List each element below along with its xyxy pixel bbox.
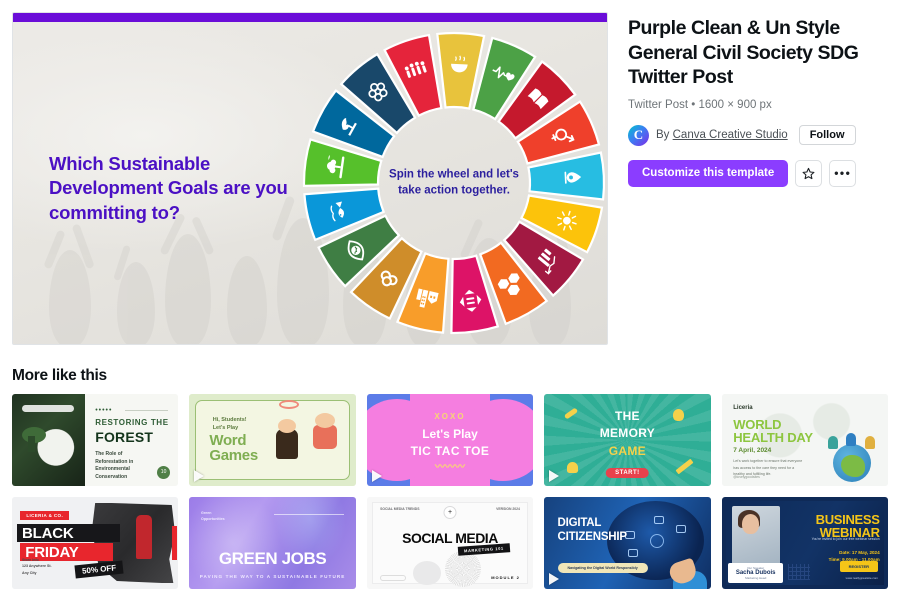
card-dots: •••••	[95, 406, 113, 414]
card-badge: 10	[157, 465, 171, 479]
more-options-icon: •••	[834, 166, 852, 181]
template-card-word-games[interactable]: Hi, Students! Let's Play Word Games	[189, 394, 356, 486]
play-icon[interactable]	[549, 470, 560, 482]
card-eyebrow: RESTORING THE	[95, 417, 169, 427]
person-icon	[864, 436, 875, 450]
card-title: WORLD HEALTH DAY	[733, 416, 813, 446]
card-website: www.reallygreatsite.com	[845, 575, 879, 580]
card-handle: @lovelygoodsites	[733, 474, 760, 479]
card-body: The Role of Reforestation in Environment…	[95, 451, 134, 480]
speaker-card: Our Speaker Sacha Dubois Marketing Head	[728, 563, 784, 584]
card-pill: Navigating the Digital World Responsibly	[557, 563, 648, 574]
template-card-green-jobs[interactable]: Green Opportunities GREEN JOBS PAVING TH…	[189, 497, 356, 589]
card-title: GREEN JOBS	[218, 549, 327, 569]
card-bottomright: MODULE 2	[491, 574, 520, 580]
star-outline-icon	[802, 167, 815, 179]
card-art: XOXO Let's Play TIC TAC TOE 〰〰〰	[366, 394, 534, 486]
follow-button[interactable]: Follow	[798, 125, 856, 146]
card-art: LICERIA & CO. BLACK FRIDAY 50% OFF Store…	[12, 497, 179, 589]
card-art: ••••• RESTORING THE FOREST The Role of R…	[12, 394, 179, 486]
card-art: Hi, Students! Let's Play Word Games	[189, 394, 356, 486]
speaker-role: Marketing Head	[745, 576, 767, 581]
template-meta: Twitter Post • 1600 × 900 px	[628, 98, 772, 111]
more-options-button[interactable]: •••	[829, 159, 857, 187]
more-like-this-title: More like this	[12, 367, 107, 384]
card-subtitle: You're invited to join our free webinar …	[811, 537, 880, 542]
card-title: FOREST	[95, 428, 154, 445]
author-row: C By Canva Creative Studio Follow	[628, 124, 888, 146]
author-link[interactable]: Canva Creative Studio	[673, 129, 788, 141]
template-card-business-webinar[interactable]: Our Speaker Sacha Dubois Marketing Head …	[721, 497, 888, 589]
top-section: Which Sustainable Development Goals are …	[0, 0, 900, 345]
template-card-black-friday[interactable]: LICERIA & CO. BLACK FRIDAY 50% OFF Store…	[12, 497, 179, 589]
card-brand: Liceria	[733, 405, 753, 412]
template-card-social-media[interactable]: SOCIAL MEDIA TRENDS VERSION 2024 + SOCIA…	[366, 497, 534, 589]
template-card-restoring-the-forest[interactable]: ••••• RESTORING THE FOREST The Role of R…	[12, 394, 179, 486]
card-art: DIGITAL CITIZENSHIP Navigating the Digit…	[544, 497, 711, 589]
template-card-digital-citizenship[interactable]: DIGITAL CITIZENSHIP Navigating the Digit…	[544, 497, 711, 589]
card-subtitle: PAVING THE WAY TO A SUSTAINABLE FUTURE	[199, 573, 346, 579]
card-tag: LICERIA & CO.	[20, 510, 70, 520]
preview-accent-bar	[13, 13, 607, 22]
card-line3: GAME	[608, 443, 646, 458]
card-button: START!	[606, 467, 649, 478]
card-line1: THE	[614, 408, 640, 423]
card-date: Date: 17 May, 2024	[839, 549, 880, 555]
author-label: By Canva Creative Studio	[656, 129, 788, 141]
card-topleft: SOCIAL MEDIA TRENDS	[380, 507, 420, 512]
by-text: By	[656, 129, 670, 142]
card-art: SOCIAL MEDIA TRENDS VERSION 2024 + SOCIA…	[366, 497, 534, 589]
favorite-star-button[interactable]	[795, 159, 823, 187]
person-icon	[846, 432, 857, 446]
card-eyebrow: XOXO	[434, 412, 466, 422]
bell-icon	[567, 462, 579, 474]
template-info-panel: Purple Clean & Un Style General Civil So…	[628, 12, 888, 345]
card-line2: TIC TAC TOE	[410, 443, 490, 458]
card-line1: BUSINESS	[815, 511, 880, 527]
card-art: Our Speaker Sacha Dubois Marketing Head …	[721, 497, 888, 589]
card-tag	[21, 405, 74, 413]
play-icon[interactable]	[549, 573, 560, 585]
card-line1: Let's Play	[422, 427, 478, 442]
person-icon	[828, 436, 839, 450]
card-topleft: Green Opportunities	[201, 510, 225, 521]
card-line2: MEMORY	[599, 426, 656, 441]
template-card-the-memory-game[interactable]: THE MEMORY GAME START!	[544, 394, 711, 486]
card-title: Word Games	[209, 431, 258, 464]
avatar: C	[628, 124, 649, 146]
ribbon-icon	[279, 399, 300, 409]
card-info: Store Info 123 Anywhere St. Any City	[21, 557, 52, 575]
customize-template-button[interactable]: Customize this template	[628, 159, 789, 187]
page-title: Purple Clean & Un Style General Civil So…	[628, 17, 859, 89]
plus-icon: +	[443, 506, 457, 520]
card-greeting: Hi, Students! Let's Play	[212, 417, 247, 432]
play-icon[interactable]	[194, 470, 205, 482]
card-art: Green Opportunities GREEN JOBS PAVING TH…	[189, 497, 356, 589]
network-icon	[621, 514, 694, 566]
play-icon[interactable]	[371, 470, 382, 482]
template-preview[interactable]: Which Sustainable Development Goals are …	[12, 12, 608, 345]
template-card-world-health-day[interactable]: Liceria WORLD HEALTH DAY 7 April, 2024 L…	[721, 394, 888, 486]
more-like-this-grid: ••••• RESTORING THE FOREST The Role of R…	[0, 394, 900, 589]
sdg-wheel: Spin the wheel and let's take action tog…	[289, 22, 607, 344]
card-art: Liceria WORLD HEALTH DAY 7 April, 2024 L…	[721, 394, 888, 486]
template-card-tic-tac-toe[interactable]: XOXO Let's Play TIC TAC TOE 〰〰〰	[366, 394, 534, 486]
preview-headline: Which Sustainable Development Goals are …	[49, 153, 288, 223]
template-detail-page: Which Sustainable Development Goals are …	[0, 0, 900, 614]
card-topright: VERSION 2024	[496, 507, 520, 512]
wheel-center-text: Spin the wheel and let's take action tog…	[389, 168, 519, 197]
cta-row: Customize this template •••	[628, 159, 888, 187]
card-date: 7 April, 2024	[733, 447, 772, 455]
preview-column: Which Sustainable Development Goals are …	[12, 12, 610, 345]
card-wave: 〰〰〰	[434, 462, 465, 474]
card-art: THE MEMORY GAME START!	[544, 394, 711, 486]
preview-canvas: Which Sustainable Development Goals are …	[13, 22, 607, 344]
card-line1: BLACK	[21, 524, 74, 542]
card-button: REGISTER	[839, 560, 879, 572]
card-title: DIGITAL CITIZENSHIP	[557, 517, 628, 543]
card-title: BUSINESS WEBINAR	[787, 511, 880, 541]
